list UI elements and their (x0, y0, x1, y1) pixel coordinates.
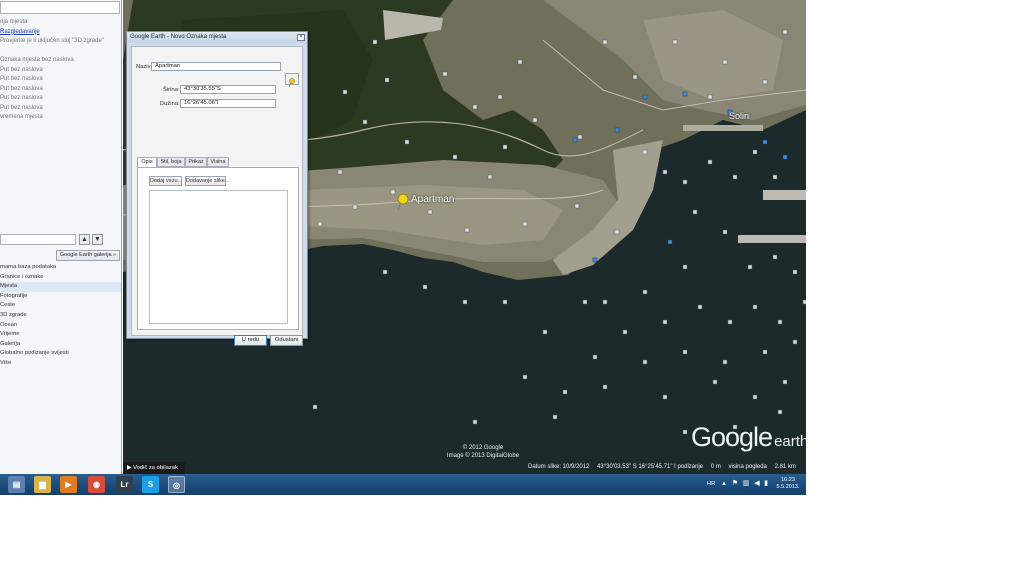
clock-date: 5.5.2013. (776, 484, 800, 490)
arrow-down-icon: ▼ (94, 236, 101, 243)
name-field[interactable]: Apartman (151, 62, 281, 71)
new-placemark-dialog: Google Earth - Novo Oznaka mjesta × Nazi… (126, 31, 308, 346)
ok-button[interactable]: U redu (234, 335, 267, 346)
places-panel: oja mjesta Razgledavanje Provjerite je li … (0, 18, 120, 123)
city-label: Solin (729, 111, 750, 121)
cancel-button[interactable]: Odustani (270, 335, 303, 346)
layer-item[interactable]: Ceste (0, 301, 121, 311)
layer-item[interactable]: 3D zgrade (0, 311, 121, 321)
places-search-field[interactable] (0, 234, 76, 245)
places-list-item[interactable]: Put bez naslova (0, 66, 120, 76)
layer-item[interactable]: Galerija (0, 340, 121, 350)
description-textarea[interactable] (149, 190, 288, 324)
tab-altitude[interactable]: Visina (207, 157, 229, 167)
system-tray: HR ▴ ⚑ ▥ ◀ ▮ 16:23 5.5.2013. (700, 474, 806, 495)
google-earth-logo: Google earth (691, 422, 806, 452)
chrome-icon[interactable]: ◉ (88, 476, 105, 493)
places-list-item[interactable]: Put bez naslova (0, 104, 120, 114)
places-list-item[interactable]: Put bez naslova (0, 94, 120, 104)
placemark-icon-button[interactable] (285, 73, 299, 87)
google-earth-icon[interactable]: ◎ (168, 476, 185, 493)
places-list-item[interactable]: Oznaka mjesta bez naslova (0, 56, 120, 66)
volume-icon[interactable]: ◀ (753, 480, 761, 488)
lightroom-icon[interactable]: Lr (116, 476, 133, 493)
places-list-item[interactable] (0, 47, 120, 57)
add-link-button[interactable]: Dodaj vezu... (149, 176, 182, 186)
dialog-title: Google Earth - Novo Oznaka mjesta (127, 32, 307, 43)
name-label: Naziv: (136, 64, 153, 70)
eye-altitude-value: 2.81 km (774, 464, 796, 470)
desktop-screen: oja mjesta Razgledavanje Provjerite je li … (0, 0, 806, 495)
clock[interactable]: 16:23 5.5.2013. (772, 477, 804, 491)
move-up-button[interactable]: ▲ (79, 234, 90, 245)
battery-icon[interactable]: ▮ (762, 480, 770, 488)
eye-altitude-label: visina pogleda (728, 464, 767, 470)
sidebar: oja mjesta Razgledavanje Provjerite je li … (0, 0, 122, 474)
elevation-value: 0 m (710, 464, 721, 470)
placemark-label: Apartman (411, 194, 455, 205)
layer-item[interactable]: Globalno podizanje svijesti (0, 349, 121, 359)
arrow-up-icon: ▲ (81, 236, 88, 243)
layer-item[interactable]: marna baza podataka (0, 263, 121, 273)
layer-item[interactable]: Više (0, 359, 121, 369)
longitude-field[interactable]: 16°26'45.06"I (180, 99, 276, 108)
tab-view[interactable]: Prikaz (185, 157, 207, 167)
pushpin-icon (288, 78, 295, 87)
document-icon[interactable]: ▤ (8, 476, 25, 493)
tour-guide-button[interactable]: ▶ Vodič za obilazak (123, 462, 185, 474)
description-panel: Dodaj vezu... Dodavanje slike... (137, 167, 299, 330)
taskbar: ▤ ▆ ▶ ◉ Lr S ◎ HR ▴ ⚑ ▥ ◀ ▮ 16:23 5.5.2013. (0, 474, 806, 495)
layer-item[interactable]: Ocean (0, 321, 121, 331)
places-list-item[interactable]: vremena mjesta (0, 113, 120, 123)
latitude-label: Širina: (163, 87, 180, 93)
clock-time: 16:23 (781, 477, 795, 483)
places-list-item[interactable]: Provjerite je li uključen sloj "3D zgrad… (0, 37, 120, 47)
imagery-date: Datum slike: 10/9/2012 (528, 464, 590, 470)
dialog-body: Naziv: Apartman Širina: 43°30'35.55"S Du… (131, 46, 303, 346)
language-indicator[interactable]: HR (707, 481, 715, 487)
layers-panel: marna baza podataka Granice i oznake Mjest… (0, 263, 121, 369)
action-center-icon[interactable]: ⚑ (731, 480, 739, 488)
places-list-item[interactable]: Razgledavanje (0, 28, 120, 38)
latitude-field[interactable]: 43°30'35.55"S (180, 85, 276, 94)
places-list-item[interactable]: Put bez naslova (0, 75, 120, 85)
search-input[interactable] (0, 1, 120, 14)
network-icon[interactable]: ▥ (742, 480, 750, 488)
tab-style-color[interactable]: Stil, boja (157, 157, 185, 167)
map-status-bar: Datum slike: 10/9/2012 43°30'03.53" S 16… (528, 462, 806, 473)
close-button[interactable]: × (297, 34, 305, 41)
longitude-label: Dužina: (160, 101, 180, 107)
media-player-icon[interactable]: ▶ (60, 476, 77, 493)
close-icon: × (299, 34, 303, 40)
skype-icon[interactable]: S (142, 476, 159, 493)
cursor-coordinates: 43°30'03.53" S 16°25'45.71" I podizanje (597, 464, 704, 470)
layer-item[interactable]: Mjesta (0, 282, 121, 292)
layer-item[interactable]: Granice i oznake (0, 273, 121, 283)
layer-item[interactable]: Vrijeme (0, 330, 121, 340)
show-hidden-icons-icon[interactable]: ▴ (720, 480, 728, 488)
places-list-item[interactable]: Put bez naslova (0, 85, 120, 95)
imagery-copyright: © 2012 Google Image © 2013 DigitalGlobe (446, 445, 520, 459)
places-list-item[interactable]: oja mjesta (0, 18, 120, 28)
move-down-button[interactable]: ▼ (92, 234, 103, 245)
folder-icon[interactable]: ▆ (34, 476, 51, 493)
earth-gallery-button[interactable]: Google Earth galerija » (56, 250, 120, 261)
layer-item[interactable]: Fotografije (0, 292, 121, 302)
add-image-button[interactable]: Dodavanje slike... (185, 176, 229, 186)
